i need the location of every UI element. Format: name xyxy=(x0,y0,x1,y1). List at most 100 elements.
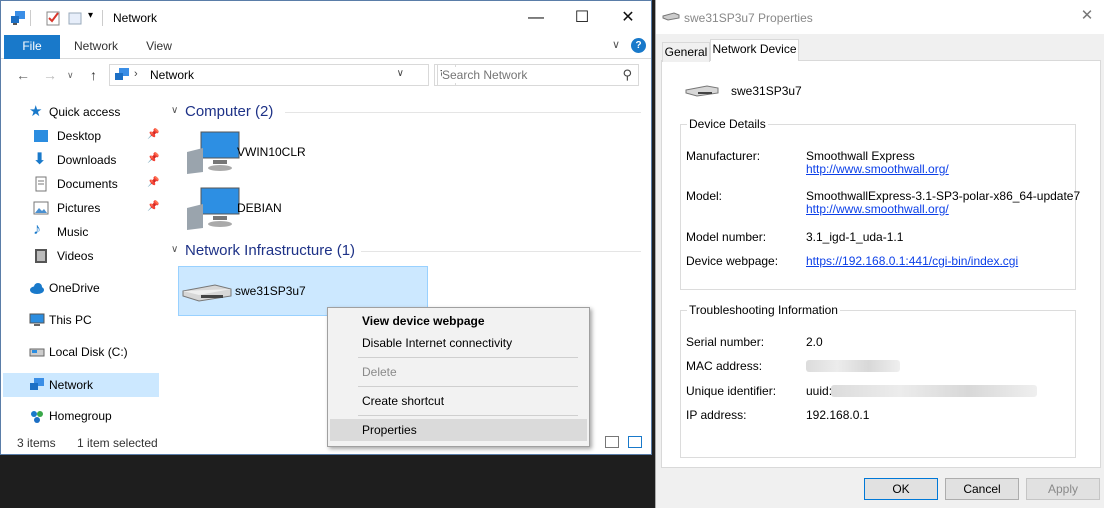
cancel-button[interactable]: Cancel xyxy=(945,478,1019,500)
ok-button[interactable]: OK xyxy=(864,478,938,500)
model-link[interactable]: http://www.smoothwall.org/ xyxy=(806,202,949,216)
recent-locations-icon[interactable]: ∨ xyxy=(67,70,74,81)
device-details-group: Device Details Manufacturer: Smoothwall … xyxy=(680,117,1080,290)
group-divider xyxy=(361,251,641,252)
tab-panel-network-device: swe31SP3u7 Device Details Manufacturer: … xyxy=(661,60,1101,468)
music-note-icon: ♪ xyxy=(33,221,41,238)
nav-pictures[interactable]: Pictures 📌 xyxy=(3,196,159,220)
breadcrumb-chevron-icon[interactable]: › xyxy=(134,68,138,80)
tab-general[interactable]: General xyxy=(662,42,710,62)
menu-separator xyxy=(358,386,578,387)
group-header-infrastructure[interactable]: Network Infrastructure (1) xyxy=(185,242,355,259)
nav-onedrive[interactable]: OneDrive xyxy=(3,276,159,300)
close-icon[interactable]: ✕ xyxy=(1075,6,1099,28)
nav-local-disk[interactable]: Local Disk (C:) xyxy=(3,340,159,364)
breadcrumb[interactable]: Network xyxy=(150,68,194,82)
menu-label: Create shortcut xyxy=(362,394,445,408)
tab-view[interactable]: View xyxy=(133,35,185,59)
pin-icon[interactable]: 📌 xyxy=(147,129,159,140)
documents-icon xyxy=(35,176,47,192)
group-header-computer[interactable]: Computer (2) xyxy=(185,103,273,120)
field-label: MAC address: xyxy=(686,359,763,373)
search-icon[interactable]: ⚲ xyxy=(622,67,632,83)
ip-value: 192.168.0.1 xyxy=(806,408,870,422)
nav-quick-access[interactable]: ★ Quick access xyxy=(3,100,159,124)
details-view-icon[interactable] xyxy=(605,436,619,448)
network-icon xyxy=(115,68,129,80)
nav-label: Documents xyxy=(57,177,118,191)
serial-value: 2.0 xyxy=(806,335,823,349)
nav-videos[interactable]: Videos xyxy=(3,244,159,268)
manufacturer-link[interactable]: http://www.smoothwall.org/ xyxy=(806,162,949,176)
nav-network[interactable]: Network xyxy=(3,373,159,397)
collapse-chevron-icon[interactable]: ∨ xyxy=(171,244,178,255)
menu-item-create-shortcut[interactable]: Create shortcut xyxy=(330,390,587,412)
field-label: Model: xyxy=(686,189,723,203)
ribbon: File Network View ∨ ? xyxy=(1,35,651,59)
help-icon[interactable]: ? xyxy=(631,38,646,53)
menu-item-view-webpage[interactable]: View device webpage xyxy=(330,310,587,332)
properties-icon[interactable] xyxy=(45,10,61,26)
tab-network[interactable]: Network xyxy=(63,35,129,59)
navigation-pane: ★ Quick access Desktop 📌 ⬇ Downloads 📌 D… xyxy=(1,96,161,431)
router-icon xyxy=(182,284,232,302)
properties-dialog: swe31SP3u7 Properties ✕ swe31SP3u7 Devic… xyxy=(655,0,1104,508)
pin-icon[interactable]: 📌 xyxy=(147,153,159,164)
item-label: VWIN10CLR xyxy=(237,145,306,159)
new-folder-icon[interactable] xyxy=(67,10,83,26)
dialog-title: swe31SP3u7 Properties xyxy=(684,11,813,25)
desktop-icon xyxy=(34,130,48,142)
nav-this-pc[interactable]: This PC xyxy=(3,308,159,332)
computer-item[interactable]: DEBIAN xyxy=(179,184,429,234)
close-button[interactable]: ✕ xyxy=(605,1,651,35)
download-arrow-icon: ⬇ xyxy=(33,151,47,168)
up-button[interactable]: ↑ xyxy=(90,67,97,83)
network-icon xyxy=(30,378,44,390)
computer-icon xyxy=(29,313,45,326)
address-row: ← → ∨ ↑ › Network ∨ ↻ ⚲ xyxy=(1,59,651,91)
tab-network-device[interactable]: Network Device xyxy=(710,39,799,61)
group-divider xyxy=(285,112,641,113)
videos-icon xyxy=(35,249,47,263)
nav-label: This PC xyxy=(49,313,92,327)
menu-item-properties[interactable]: Properties xyxy=(330,419,587,441)
collapse-chevron-icon[interactable]: ∨ xyxy=(171,105,178,116)
apply-button[interactable]: Apply xyxy=(1026,478,1100,500)
nav-downloads[interactable]: ⬇ Downloads 📌 xyxy=(3,148,159,172)
nav-homegroup[interactable]: Homegroup xyxy=(3,404,159,428)
item-count: 3 items xyxy=(17,436,56,450)
nav-desktop[interactable]: Desktop 📌 xyxy=(3,124,159,148)
menu-item-delete[interactable]: Delete xyxy=(330,361,587,383)
homegroup-icon xyxy=(31,411,43,423)
nav-documents[interactable]: Documents 📌 xyxy=(3,172,159,196)
computer-icon xyxy=(187,131,240,174)
redacted-mac-address xyxy=(806,360,900,372)
large-icons-view-icon[interactable] xyxy=(628,436,642,448)
back-button[interactable]: ← xyxy=(16,67,30,83)
divider xyxy=(30,10,31,26)
pin-icon[interactable]: 📌 xyxy=(147,177,159,188)
customize-toolbar-icon[interactable]: ▾ xyxy=(88,10,93,21)
maximize-button[interactable]: ☐ xyxy=(559,1,605,35)
search-input[interactable] xyxy=(442,67,612,83)
model-number-value: 3.1_igd-1_uda-1.1 xyxy=(806,230,904,244)
minimize-button[interactable]: — xyxy=(513,1,559,35)
expand-ribbon-icon[interactable]: ∨ xyxy=(612,38,620,51)
address-dropdown-icon[interactable]: ∨ xyxy=(397,68,404,79)
search-box[interactable]: ⚲ xyxy=(437,64,639,86)
address-bar[interactable]: › Network ∨ xyxy=(109,64,429,86)
computer-icon xyxy=(187,187,240,230)
nav-music[interactable]: ♪ Music xyxy=(3,220,159,244)
dialog-titlebar: swe31SP3u7 Properties ✕ xyxy=(656,0,1104,34)
field-label: Device webpage: xyxy=(686,254,779,268)
nav-label: Pictures xyxy=(57,201,101,215)
nav-label: Desktop xyxy=(57,129,102,143)
field-label: Manufacturer: xyxy=(686,149,761,163)
tab-file[interactable]: File xyxy=(4,35,60,59)
forward-button[interactable]: → xyxy=(43,67,57,83)
device-webpage-link[interactable]: https://192.168.0.1:441/cgi-bin/index.cg… xyxy=(806,254,1018,268)
pin-icon[interactable]: 📌 xyxy=(147,201,159,212)
computer-item[interactable]: VWIN10CLR xyxy=(179,128,429,178)
selection-count: 1 item selected xyxy=(77,436,158,450)
menu-item-disable-connectivity[interactable]: Disable Internet connectivity xyxy=(330,332,587,354)
